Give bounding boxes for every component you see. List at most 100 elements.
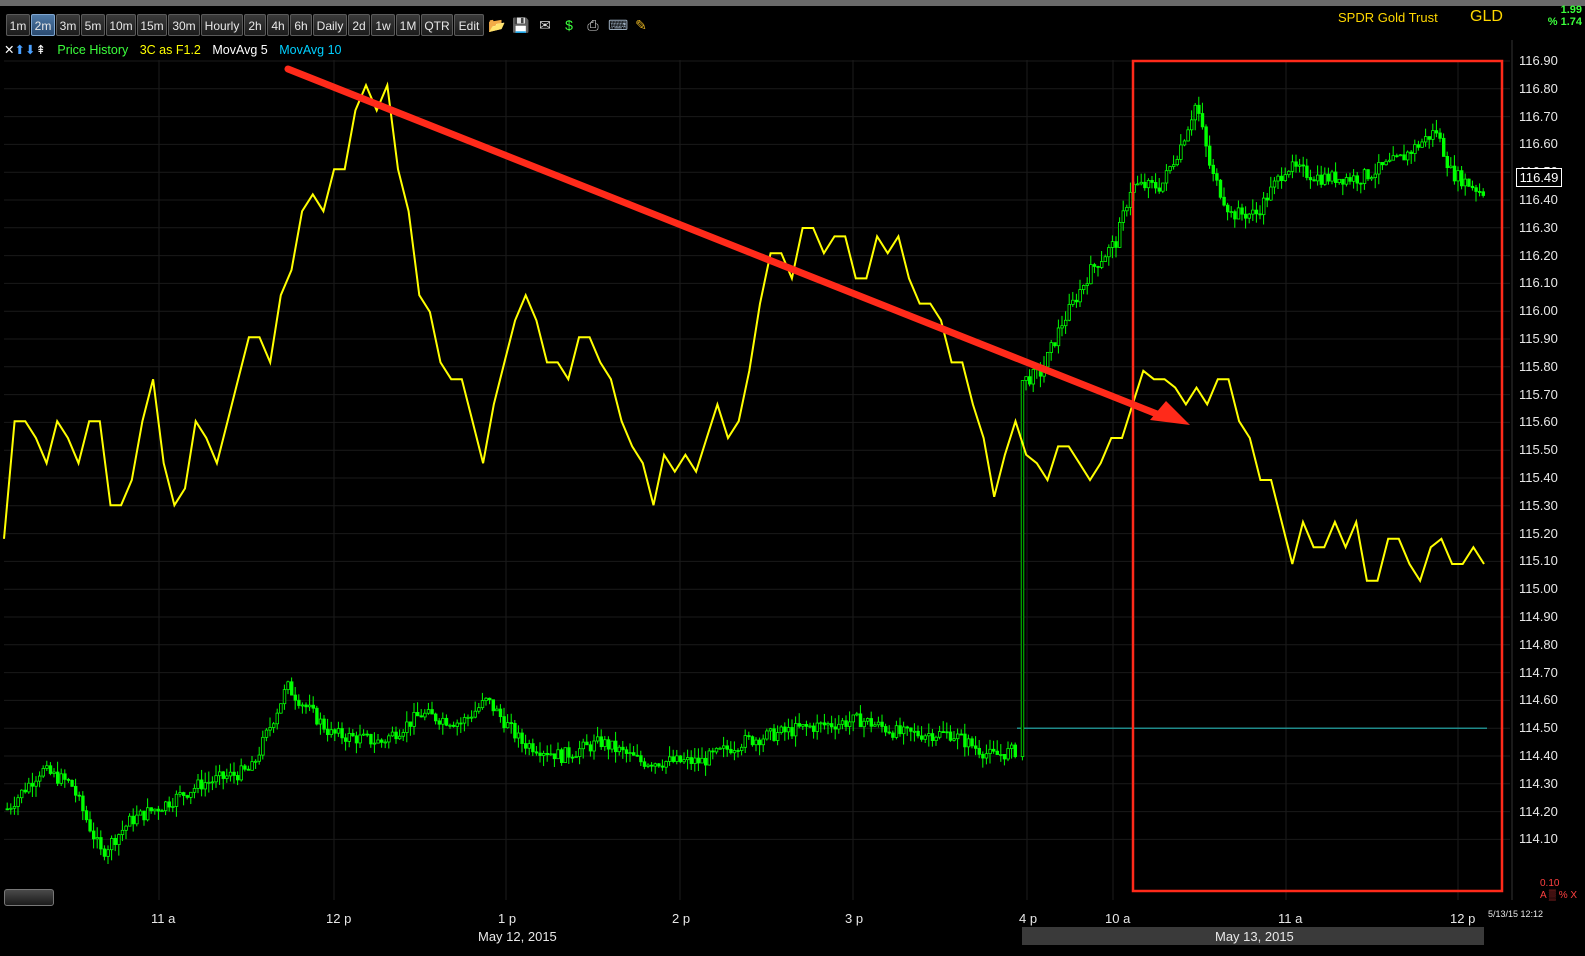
- candle-body: [214, 775, 218, 783]
- candle-body: [19, 789, 24, 799]
- candle-body: [311, 704, 315, 709]
- candle-body: [351, 732, 355, 737]
- candle-body: [1434, 130, 1439, 134]
- candle-body: [772, 728, 776, 741]
- legend-price-history[interactable]: Price History: [57, 43, 128, 57]
- candle-body: [1006, 748, 1010, 760]
- candle-body: [304, 704, 308, 708]
- candle-body: [995, 750, 999, 755]
- candle-body: [1262, 197, 1266, 216]
- candle-body: [686, 757, 690, 761]
- candle-body: [1218, 179, 1223, 198]
- candle-body: [1056, 327, 1061, 347]
- legend-mavg5[interactable]: MovAvg 5: [212, 43, 267, 57]
- candle-body: [397, 735, 402, 740]
- candle-body: [905, 726, 909, 729]
- candle-body: [401, 732, 405, 737]
- candle-body: [1481, 191, 1485, 196]
- candle-body: [819, 722, 823, 725]
- candle-body: [1046, 351, 1050, 368]
- candle-body: [5, 808, 9, 811]
- candle-body: [974, 745, 978, 749]
- y-tick-label: 116.40: [1519, 192, 1558, 207]
- candle-body: [524, 743, 528, 749]
- candle-body: [1402, 154, 1406, 161]
- candle-body: [149, 807, 153, 812]
- candle-body: [52, 771, 56, 774]
- candle-body: [495, 708, 499, 712]
- candle-body: [588, 744, 593, 752]
- candle-body: [192, 788, 197, 793]
- candle-body: [1233, 211, 1237, 220]
- candle-body: [948, 731, 953, 741]
- candle-body: [95, 837, 99, 840]
- candle-body: [1298, 164, 1302, 167]
- candle-body: [696, 757, 701, 764]
- candle-body: [253, 760, 258, 763]
- candle-body: [88, 819, 92, 832]
- candle-body: [808, 725, 812, 728]
- indicator-line-3c: [3, 81, 1485, 584]
- scale-letters[interactable]: A ▒ % X: [1540, 890, 1577, 902]
- candle-body: [199, 779, 204, 790]
- candle-body: [848, 721, 852, 727]
- legend-mavg10[interactable]: MovAvg 10: [279, 43, 341, 57]
- candle-body: [448, 724, 452, 727]
- candle-body: [1193, 104, 1197, 121]
- candle-body: [92, 830, 96, 840]
- candle-body: [297, 699, 301, 706]
- candle-body: [1413, 144, 1417, 154]
- candle-body: [1172, 164, 1176, 167]
- candle-body: [970, 738, 974, 747]
- trend-arrow-shaft: [284, 65, 1166, 420]
- candle-body: [1146, 180, 1151, 189]
- candle-body: [408, 721, 413, 727]
- candle-body: [927, 733, 931, 737]
- candle-body: [153, 808, 157, 812]
- candle-body: [902, 726, 906, 735]
- candle-body: [966, 738, 971, 748]
- scale-note: 0.10: [1540, 878, 1560, 889]
- candle-body: [502, 716, 506, 729]
- candle-body: [1388, 159, 1392, 162]
- candle-body: [1085, 283, 1089, 286]
- candle-body: [1136, 183, 1140, 186]
- candle-body: [1013, 744, 1017, 758]
- candle-body: [1190, 119, 1194, 131]
- candle-body: [898, 725, 902, 735]
- candle-body: [243, 765, 247, 770]
- candle-body: [891, 732, 895, 738]
- candle-body: [1128, 191, 1133, 208]
- candle-body: [469, 716, 474, 719]
- candle-body: [1200, 113, 1205, 128]
- candle-body: [711, 750, 715, 753]
- candle-body: [286, 681, 290, 691]
- legend-tool-icons[interactable]: ✕⬆⬇⇞: [4, 43, 46, 57]
- candle-body: [322, 718, 326, 730]
- candle-body: [354, 735, 359, 744]
- candle-body: [1269, 186, 1273, 201]
- candle-body: [596, 736, 600, 742]
- scroll-thumb[interactable]: [4, 889, 54, 906]
- candle-body: [833, 726, 837, 730]
- candle-body: [1179, 144, 1183, 160]
- price-chart[interactable]: [0, 0, 1585, 956]
- candle-body: [1420, 141, 1424, 148]
- candle-body: [887, 731, 891, 734]
- candle-body: [606, 739, 611, 750]
- candle-body: [671, 756, 675, 762]
- candle-body: [1049, 342, 1053, 353]
- legend-indicator[interactable]: 3C as F1.2: [140, 43, 201, 57]
- candle-body: [84, 810, 89, 821]
- candle-body: [754, 739, 758, 746]
- candle-body: [1103, 256, 1107, 262]
- candle-body: [578, 748, 582, 757]
- candle-body: [343, 737, 348, 742]
- candle-body: [1251, 209, 1255, 215]
- candle-body: [1118, 222, 1122, 248]
- candle-body: [160, 810, 164, 813]
- y-tick-label: 116.80: [1519, 80, 1558, 96]
- candle-body: [1438, 132, 1442, 139]
- date-label-2: May 13, 2015: [1215, 929, 1294, 944]
- scale-controls[interactable]: 0.10 A ▒ % X: [1540, 878, 1577, 902]
